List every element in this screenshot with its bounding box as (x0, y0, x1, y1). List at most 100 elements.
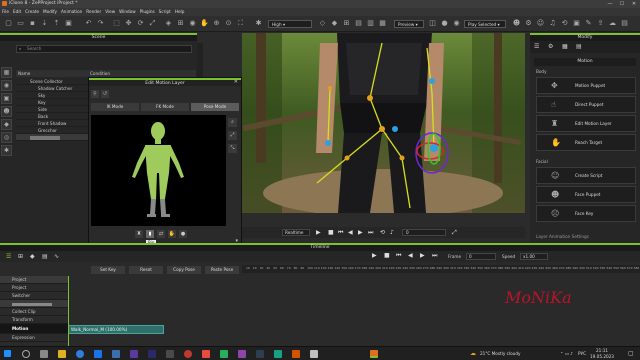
stats-icon[interactable]: ▤ (354, 19, 363, 28)
app-icon-5[interactable] (274, 350, 282, 358)
select-icon[interactable]: ⬚ (112, 19, 121, 28)
iclone-taskbar-icon[interactable] (370, 350, 378, 358)
menu-file[interactable]: File (2, 8, 9, 16)
export-video-icon[interactable]: ▣ (64, 19, 73, 28)
tray-icons[interactable]: ⌃ ▭ ♪ (560, 351, 573, 356)
record-icon[interactable]: ● (440, 19, 449, 28)
menu-script[interactable]: Script (159, 8, 171, 16)
menu-help[interactable]: Help (175, 8, 185, 16)
frame-field[interactable]: 0 (466, 253, 496, 260)
preview-dropdown[interactable]: Preview ▾ (394, 20, 424, 28)
reset-button[interactable]: Reset (129, 266, 163, 274)
app-icon-6[interactable] (292, 350, 300, 358)
menu-modify[interactable]: Modify (43, 8, 57, 16)
filter-track-icon[interactable]: ⊞ (18, 253, 23, 260)
eye-icon[interactable]: ◉ (1, 80, 12, 91)
track-expression[interactable]: Expression (0, 334, 68, 342)
menu-render[interactable]: Render (86, 8, 101, 16)
weather-text[interactable]: 21°C Mostly cloudy (480, 351, 520, 356)
track-character-group[interactable] (0, 300, 68, 308)
last-frame-icon[interactable]: ⏭ (368, 229, 373, 237)
tab-settings-icon[interactable]: ⚙ (548, 43, 553, 50)
play-icon[interactable]: ▶ (316, 229, 321, 236)
tab-attribute-icon[interactable]: ☰ (534, 43, 539, 50)
maximize-button[interactable]: ☐ (616, 0, 628, 8)
capture-icon[interactable]: ◉ (452, 19, 461, 28)
motion-icon[interactable]: ♫ (548, 19, 557, 28)
loop-icon[interactable]: ⟲ (380, 229, 385, 236)
minimize-button[interactable]: — (604, 0, 616, 8)
export-icon[interactable]: ⇡ (52, 19, 61, 28)
3d-viewport[interactable] (242, 33, 525, 213)
fk-mode-button[interactable]: FK Mode (141, 103, 189, 111)
settings-icon[interactable]: ⚙ (524, 19, 533, 28)
tl-prev-icon[interactable]: ◀ (408, 252, 413, 259)
menu-window[interactable]: Window (119, 8, 136, 16)
yandex-icon[interactable] (202, 350, 210, 358)
body-picker-view[interactable] (91, 115, 226, 226)
close-button[interactable]: ✕ (628, 0, 640, 8)
character-icon[interactable]: ☻ (512, 19, 521, 28)
reach-target-button[interactable]: ✋ Reach Target (536, 134, 636, 151)
track-list-icon[interactable]: ☰ (6, 253, 11, 260)
edit-motion-layer-button[interactable]: ♜ Edit Motion Layer (536, 115, 636, 132)
share-icon[interactable]: ⇪ (596, 19, 605, 28)
character-filter-icon[interactable]: ☻ (1, 106, 12, 117)
tab-animation-icon[interactable]: ▤ (576, 43, 582, 50)
track-switcher[interactable]: Switcher (0, 292, 68, 300)
photoshop-icon[interactable] (112, 350, 120, 358)
store-icon[interactable] (94, 350, 102, 358)
start-icon[interactable] (4, 350, 11, 357)
track-motion[interactable]: Motion (0, 324, 68, 334)
shading-icon[interactable]: ◆ (330, 19, 339, 28)
face-icon[interactable]: ☺ (536, 19, 545, 28)
play-mode-dropdown[interactable]: Play Selected ▾ (464, 20, 506, 28)
orbit-icon[interactable]: ⊙ (224, 19, 233, 28)
hand-icon[interactable]: ✋ (168, 230, 176, 238)
notification-icon[interactable]: ▢ (628, 350, 634, 357)
curve-icon[interactable]: ∿ (54, 253, 59, 260)
layout-icon[interactable]: ▤ (620, 19, 629, 28)
foot-icon[interactable]: ● (179, 230, 187, 238)
language-indicator[interactable]: РУС (578, 351, 586, 356)
grid-icon[interactable]: ⊞ (342, 19, 351, 28)
opera-icon[interactable] (184, 350, 192, 358)
rotate-icon[interactable]: ⟳ (136, 19, 145, 28)
frame-icon[interactable]: ⛶ (236, 19, 245, 28)
tool-icon[interactable]: ✎ (584, 19, 593, 28)
tab-material-icon[interactable]: ▦ (562, 43, 568, 50)
ik-mode-button[interactable]: IK Mode (91, 103, 139, 111)
cloud-icon[interactable]: ☁ (608, 19, 617, 28)
set-key-button[interactable]: Set Key (91, 266, 125, 274)
import-icon[interactable]: ⇣ (40, 19, 49, 28)
prop-filter-icon[interactable]: ◆ (1, 119, 12, 130)
clock-date[interactable]: 19.05.2023 (590, 354, 614, 359)
wireframe-icon[interactable]: ◇ (318, 19, 327, 28)
fit-view-icon[interactable]: ⤡ (228, 144, 237, 153)
premiere-icon[interactable] (130, 350, 138, 358)
tl-last-icon[interactable]: ⏭ (432, 252, 437, 260)
menu-create[interactable]: Create (25, 8, 39, 16)
save-icon[interactable]: ▪ (28, 19, 37, 28)
next-frame-icon[interactable]: ▶ (358, 229, 363, 236)
volume-icon[interactable]: ♪ (390, 229, 394, 236)
app-icon-3[interactable] (238, 350, 246, 358)
tl-play-icon[interactable]: ▶ (372, 252, 377, 259)
track-project-group[interactable]: Project (0, 276, 68, 284)
display-icon[interactable]: ▥ (366, 19, 375, 28)
app-icon-2[interactable] (220, 350, 228, 358)
face-puppet-button[interactable]: ☻ Face Puppet (536, 186, 636, 203)
menu-view[interactable]: View (105, 8, 115, 16)
new-project-icon[interactable]: ▢ (4, 19, 13, 28)
menu-animation[interactable]: Animation (61, 8, 82, 16)
align-icon[interactable]: ⊞ (176, 19, 185, 28)
pose-mode-button[interactable]: Pose Mode (191, 103, 239, 111)
create-script-button[interactable]: ☺ Create Script (536, 167, 636, 184)
redo-icon[interactable]: ↷ (96, 19, 105, 28)
stop-icon[interactable]: ■ (328, 229, 334, 236)
key-icon[interactable]: ◆ (30, 253, 35, 260)
app-icon-4[interactable] (256, 350, 264, 358)
zoom-in-icon[interactable]: ⌕ (228, 118, 237, 127)
lock-icon[interactable]: ▣ (1, 93, 12, 104)
paste-pose-button[interactable]: Paste Pose (205, 266, 239, 274)
